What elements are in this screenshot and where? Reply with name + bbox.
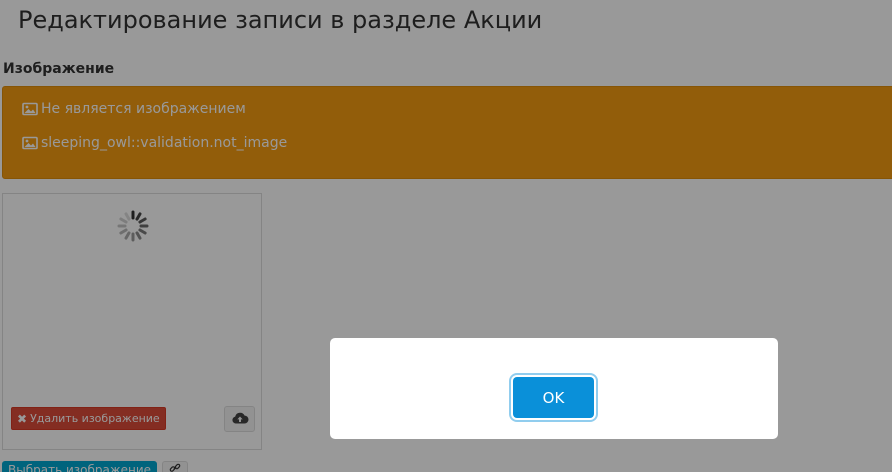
alert-dialog: OK (330, 338, 778, 439)
page: Редактирование записи в разделе Акции Из… (0, 0, 892, 472)
ok-button[interactable]: OK (513, 377, 594, 418)
